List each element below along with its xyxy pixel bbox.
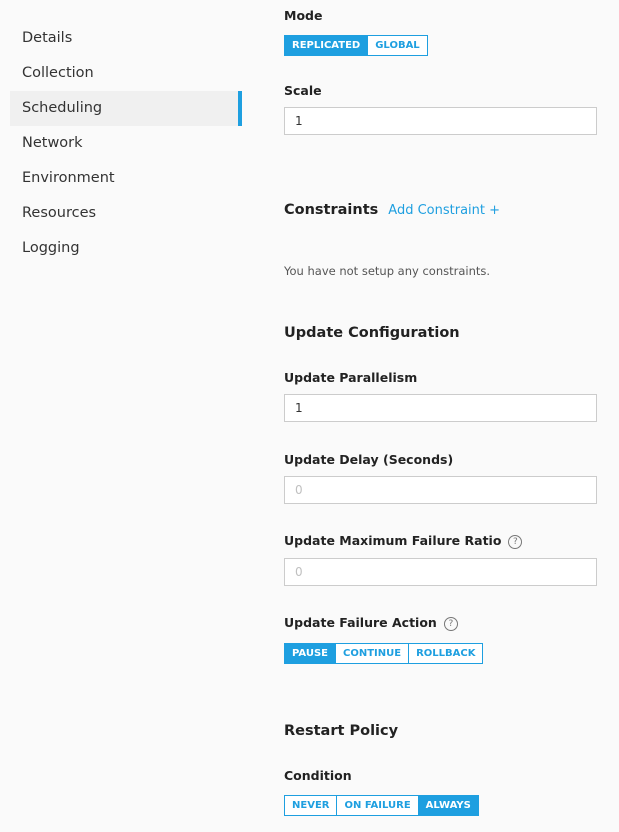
- sidebar-item-details[interactable]: Details: [10, 21, 242, 56]
- scale-label: Scale: [284, 83, 322, 98]
- sidebar-item-scheduling[interactable]: Scheduling: [10, 91, 242, 126]
- update-max-failure-ratio-input[interactable]: [284, 558, 597, 586]
- condition-toggle: NEVER ON FAILURE ALWAYS: [284, 795, 479, 816]
- condition-label: Condition: [284, 768, 352, 783]
- mode-toggle: REPLICATED GLOBAL: [284, 35, 428, 56]
- sidebar-item-environment[interactable]: Environment: [10, 161, 242, 196]
- restart-policy-heading: Restart Policy: [284, 723, 399, 739]
- update-parallelism-label: Update Parallelism: [284, 370, 418, 385]
- constraints-empty-text: You have not setup any constraints.: [284, 264, 491, 278]
- update-configuration-heading: Update Configuration: [284, 325, 460, 341]
- update-failure-action-toggle: PAUSE CONTINUE ROLLBACK: [284, 643, 484, 664]
- help-icon[interactable]: ?: [508, 535, 523, 549]
- add-constraint-link[interactable]: Add Constraint +: [388, 203, 500, 218]
- constraints-section: Constraints Add Constraint +: [284, 202, 500, 218]
- sidebar-item-resources[interactable]: Resources: [10, 196, 242, 231]
- sidebar-item-collection[interactable]: Collection: [10, 56, 242, 91]
- sidebar-item-logging[interactable]: Logging: [10, 231, 242, 266]
- update-delay-label: Update Delay (Seconds): [284, 452, 454, 467]
- failure-action-pause-button[interactable]: PAUSE: [285, 644, 335, 663]
- update-max-failure-ratio-row: Update Maximum Failure Ratio?: [284, 533, 523, 549]
- failure-action-rollback-button[interactable]: ROLLBACK: [408, 644, 483, 663]
- update-failure-action-label: Update Failure Action: [284, 615, 437, 630]
- help-icon[interactable]: ?: [443, 617, 458, 631]
- mode-global-button[interactable]: GLOBAL: [367, 36, 427, 55]
- condition-on-failure-button[interactable]: ON FAILURE: [336, 796, 418, 815]
- update-failure-action-row: Update Failure Action?: [284, 615, 458, 631]
- mode-replicated-button[interactable]: REPLICATED: [285, 36, 368, 55]
- mode-label: Mode: [284, 8, 323, 23]
- sidebar-item-network[interactable]: Network: [10, 126, 242, 161]
- condition-never-button[interactable]: NEVER: [285, 796, 337, 815]
- failure-action-continue-button[interactable]: CONTINUE: [335, 644, 409, 663]
- service-settings-page: Details Collection Scheduling Network En…: [0, 0, 619, 832]
- update-parallelism-input[interactable]: [284, 394, 597, 422]
- condition-always-button[interactable]: ALWAYS: [417, 796, 478, 815]
- update-delay-input[interactable]: [284, 476, 597, 504]
- update-max-failure-ratio-label: Update Maximum Failure Ratio: [284, 533, 502, 548]
- constraints-heading: Constraints: [284, 202, 379, 218]
- settings-sidebar: Details Collection Scheduling Network En…: [10, 21, 242, 266]
- scale-input[interactable]: [284, 107, 597, 135]
